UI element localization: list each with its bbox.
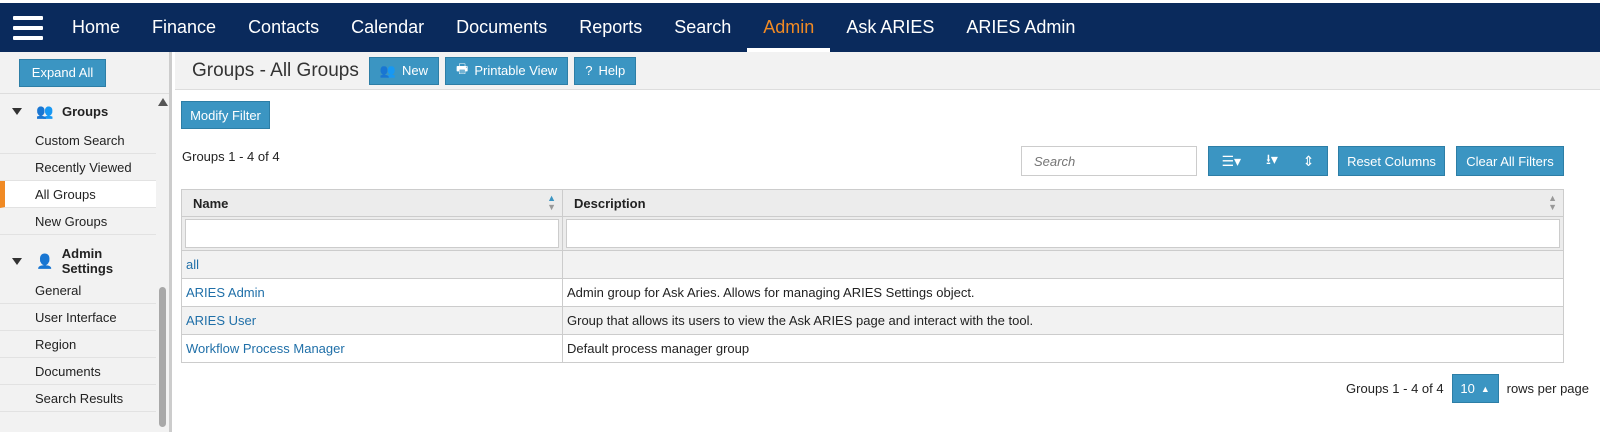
download-icon[interactable]: ⭳▾ [1266, 149, 1278, 173]
table-row: ARIES Admin Admin group for Ask Aries. A… [181, 278, 1564, 307]
group-description: Admin group for Ask Aries. Allows for ma… [562, 278, 1564, 307]
sidebar-item-all-groups[interactable]: All Groups [0, 181, 156, 208]
user-settings-icon: 👤 [36, 252, 54, 269]
sidebar-item-search-results[interactable]: Search Results [0, 385, 156, 412]
rows-per-page-label: rows per page [1506, 381, 1589, 396]
clear-all-filters-button[interactable]: Clear All Filters [1456, 146, 1564, 176]
search-input[interactable] [1021, 146, 1197, 176]
collapse-triangle-icon [12, 107, 22, 115]
column-list-icon[interactable]: ☰▾ [1221, 153, 1241, 170]
sidebar-item-general[interactable]: General [0, 277, 156, 304]
expand-all-button[interactable]: Expand All [19, 58, 106, 87]
nav-calendar[interactable]: Calendar [335, 3, 440, 52]
sort-icon[interactable]: ▲ ▼ [547, 194, 556, 212]
menu-icon[interactable] [0, 3, 56, 52]
sidebar-scrollbar[interactable] [157, 95, 169, 432]
nav-reports[interactable]: Reports [563, 3, 658, 52]
pagination: Groups 1 - 4 of 4 10 ▲ rows per page [1346, 374, 1589, 403]
section-label: Groups [62, 103, 109, 119]
group-description: Group that allows its users to view the … [562, 306, 1564, 335]
collapse-triangle-icon [12, 257, 22, 265]
pager-count: Groups 1 - 4 of 4 [1346, 381, 1444, 396]
main-content: Modify Filter Groups 1 - 4 of 4 ☰▾ ⭳▾ ⇕ … [175, 90, 1600, 432]
group-link[interactable]: ARIES Admin [186, 285, 265, 300]
sidebar-item-new-groups[interactable]: New Groups [0, 208, 156, 235]
group-description: Default process manager group [562, 334, 1564, 363]
nav-ask-aries[interactable]: Ask ARIES [830, 3, 950, 52]
group-description [562, 250, 1564, 279]
sidebar-item-custom-search[interactable]: Custom Search [0, 127, 156, 154]
sidebar-section-admin-settings[interactable]: 👤 Admin Settings [0, 245, 156, 277]
nav-admin[interactable]: Admin [747, 3, 831, 52]
add-user-icon: 👥 [379, 62, 397, 78]
rows-per-page-button[interactable]: 10 ▲ [1451, 374, 1499, 403]
sidebar-item-user-interface[interactable]: User Interface [0, 304, 156, 331]
group-link[interactable]: ARIES User [186, 313, 256, 328]
nav-contacts[interactable]: Contacts [232, 3, 335, 52]
table-tools-group: ☰▾ ⭳▾ ⇕ [1208, 146, 1328, 176]
new-button[interactable]: 👥 New [368, 56, 440, 85]
table-row: Workflow Process Manager Default process… [181, 334, 1564, 363]
question-icon: ? [585, 63, 593, 78]
groups-table: Name ▲ ▼ Description ▲ ▼ all ARIES Admin A [181, 189, 1564, 363]
result-count: Groups 1 - 4 of 4 [182, 149, 280, 164]
page-header: Groups - All Groups 👥 New 🖶 Printable Vi… [175, 52, 1600, 90]
nav-aries-admin[interactable]: ARIES Admin [950, 3, 1091, 52]
sidebar: Expand All 👥 Groups Custom Search Recent… [0, 52, 172, 432]
reset-columns-button[interactable]: Reset Columns [1338, 146, 1445, 176]
group-link[interactable]: Workflow Process Manager [186, 341, 345, 356]
filter-row [181, 216, 1564, 251]
nav-finance[interactable]: Finance [136, 3, 232, 52]
name-filter-input[interactable] [185, 219, 559, 248]
table-row: all [181, 250, 1564, 279]
sidebar-section-groups[interactable]: 👥 Groups [0, 95, 156, 127]
sort-icon[interactable]: ⇕ [1303, 153, 1315, 170]
sort-icon[interactable]: ▲ ▼ [1548, 194, 1557, 212]
nav-home[interactable]: Home [56, 3, 136, 52]
sidebar-item-documents[interactable]: Documents [0, 358, 156, 385]
group-link[interactable]: all [186, 257, 199, 272]
printable-view-button[interactable]: 🖶 Printable View [445, 56, 569, 85]
scroll-thumb[interactable] [159, 287, 166, 427]
page-title: Groups - All Groups [192, 59, 359, 81]
column-header-description[interactable]: Description ▲ ▼ [562, 189, 1564, 217]
scroll-up-icon[interactable] [158, 98, 168, 106]
groups-icon: 👥 [36, 102, 54, 119]
table-header-row: Name ▲ ▼ Description ▲ ▼ [181, 189, 1564, 217]
print-icon: 🖶 [456, 60, 469, 76]
nav-documents[interactable]: Documents [440, 3, 563, 52]
sidebar-toolbar: Expand All [0, 52, 169, 94]
help-button[interactable]: ? Help [574, 56, 637, 85]
section-label: Admin Settings [61, 246, 114, 276]
modify-filter-button[interactable]: Modify Filter [181, 101, 270, 129]
caret-up-icon: ▲ [1480, 383, 1490, 394]
table-row: ARIES User Group that allows its users t… [181, 306, 1564, 335]
nav-search[interactable]: Search [658, 3, 747, 52]
sidebar-item-recently-viewed[interactable]: Recently Viewed [0, 154, 156, 181]
column-header-name[interactable]: Name ▲ ▼ [181, 189, 563, 217]
sidebar-item-region[interactable]: Region [0, 331, 156, 358]
sidebar-list: 👥 Groups Custom Search Recently Viewed A… [0, 95, 156, 412]
top-navigation: Home Finance Contacts Calendar Documents… [0, 0, 1600, 52]
description-filter-input[interactable] [566, 219, 1560, 248]
